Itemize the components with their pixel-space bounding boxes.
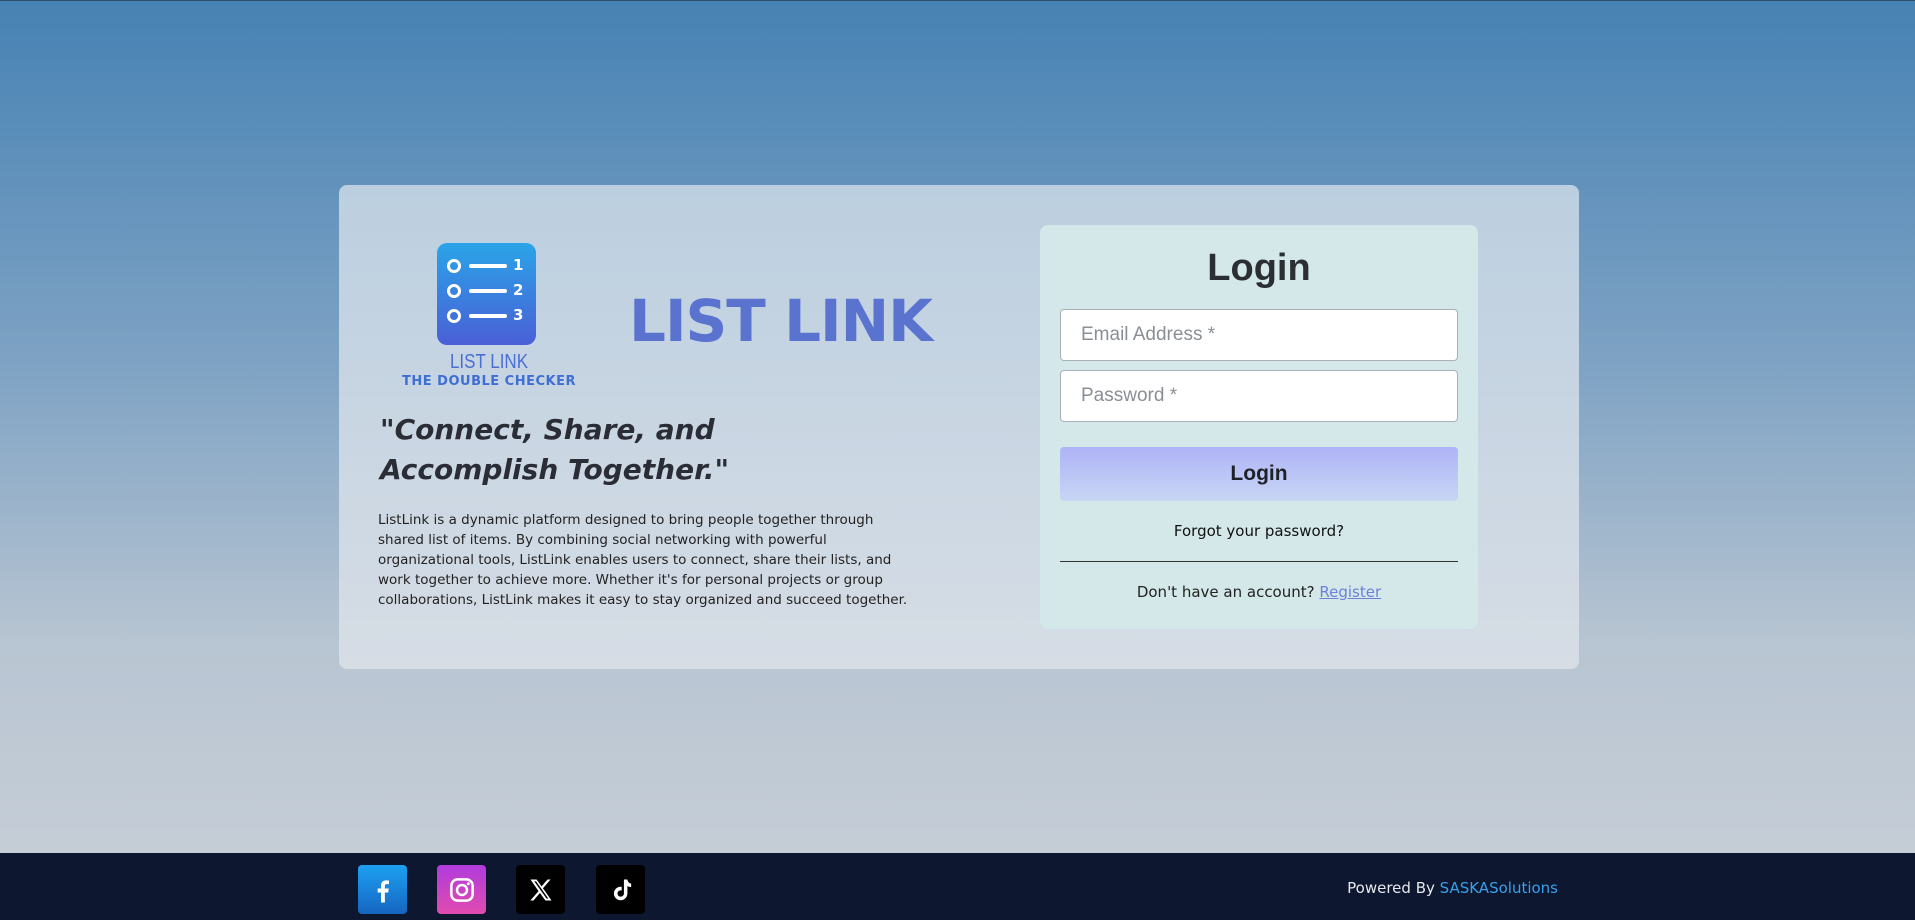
logo-subtitle: THE DOUBLE CHECKER <box>402 374 576 389</box>
tiktok-icon[interactable] <box>596 865 645 914</box>
forgot-password-link[interactable]: Forgot your password? <box>1040 522 1478 540</box>
divider <box>1060 561 1458 562</box>
tiktok-glyph <box>613 879 631 900</box>
logo-number: 1 <box>513 256 524 274</box>
no-account-text: Don't have an account? <box>1136 583 1315 601</box>
logo-bullet <box>447 309 461 323</box>
x-glyph <box>529 879 551 900</box>
x-icon[interactable] <box>516 865 565 914</box>
email-field[interactable] <box>1060 309 1458 361</box>
login-button[interactable]: Login <box>1060 447 1458 501</box>
logo-list-icon: 1 2 3 <box>437 243 536 345</box>
logo-line <box>469 289 507 293</box>
facebook-icon[interactable] <box>358 865 407 914</box>
facebook-glyph <box>377 879 389 902</box>
brand-header: 1 2 3 LIST LINK THE DOUBLE CHECKER LIST … <box>399 243 933 393</box>
list-link-logo: 1 2 3 LIST LINK THE DOUBLE CHECKER <box>399 243 579 393</box>
brand-name: LIST LINK <box>629 287 933 355</box>
logo-bullet <box>447 259 461 273</box>
description: ListLink is a dynamic platform designed … <box>378 512 908 608</box>
logo-list-row: 2 <box>447 281 529 299</box>
logo-title: LIST LINK <box>449 351 529 373</box>
powered-prefix: Powered By <box>1347 879 1435 897</box>
logo-number: 3 <box>513 306 524 324</box>
register-prompt: Don't have an account? Register <box>1040 583 1478 601</box>
login-title: Login <box>1207 247 1311 289</box>
logo-list-row: 1 <box>447 256 529 274</box>
top-border <box>0 0 1915 1</box>
instagram-glyph <box>449 877 474 902</box>
login-panel: Login Login Forgot your password? Don't … <box>1040 225 1478 629</box>
logo-bullet <box>447 284 461 298</box>
instagram-icon[interactable] <box>437 865 486 914</box>
company-link[interactable]: SASKASolutions <box>1440 879 1558 897</box>
logo-line <box>469 264 507 268</box>
register-link[interactable]: Register <box>1319 583 1381 601</box>
logo-number: 2 <box>513 281 524 299</box>
logo-line <box>469 314 507 318</box>
password-field[interactable] <box>1060 370 1458 422</box>
tagline: "Connect, Share, and Accomplish Together… <box>380 413 730 486</box>
logo-list-row: 3 <box>447 306 529 324</box>
intro-card: 1 2 3 LIST LINK THE DOUBLE CHECKER LIST … <box>339 185 1579 669</box>
footer: Powered By SASKASolutions <box>0 853 1915 920</box>
powered-by: Powered By SASKASolutions <box>1347 879 1558 897</box>
